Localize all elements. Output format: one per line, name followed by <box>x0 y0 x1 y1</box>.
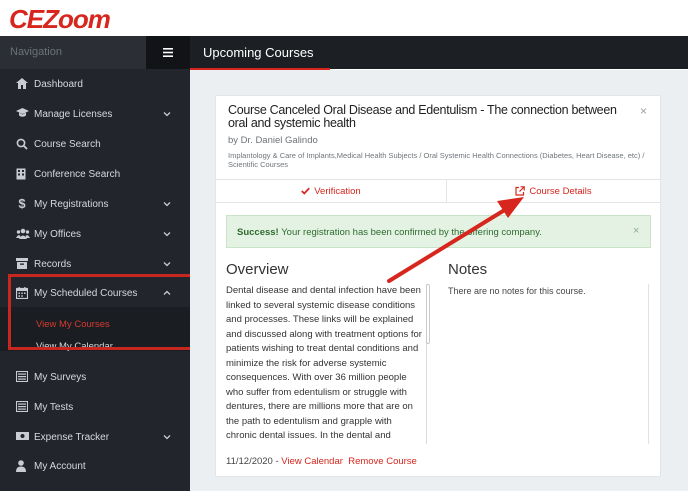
scrollbar-thumb[interactable] <box>426 284 430 344</box>
sidebar-item-course-search[interactable]: Course Search <box>0 130 190 158</box>
overview-heading: Overview <box>226 261 289 278</box>
list-icon <box>16 401 28 413</box>
overview-text: Dental disease and dental infection have… <box>226 285 422 441</box>
user-icon <box>16 460 28 472</box>
course-card: Course Canceled Oral Disease and Edentul… <box>215 95 661 477</box>
sidebar-item-label: Expense Tracker <box>34 431 110 443</box>
tab-course-details[interactable]: Course Details <box>447 180 660 202</box>
graduation-cap-icon <box>16 108 29 120</box>
sidebar-item-label: Dashboard <box>34 78 83 90</box>
cezoom-logo[interactable]: CEZoom <box>9 4 111 35</box>
success-alert: Success! Your registration has been conf… <box>226 215 651 248</box>
list-icon <box>16 371 28 383</box>
close-icon[interactable]: × <box>640 104 647 118</box>
sidebar-item-label: My Account <box>34 460 86 472</box>
alert-body: Your registration has been confirmed by … <box>278 227 542 238</box>
main-header: Upcoming Courses <box>190 36 688 69</box>
sidebar-item-label: Records <box>34 258 72 270</box>
sidebar-item-my-tests[interactable]: My Tests <box>0 393 190 421</box>
remove-course-link[interactable]: Remove Course <box>348 456 417 467</box>
sidebar-item-my-registrations[interactable]: $ My Registrations <box>0 190 190 218</box>
chevron-down-icon <box>163 202 171 207</box>
users-icon <box>16 228 30 240</box>
building-icon <box>16 168 28 180</box>
course-author: by Dr. Daniel Galindo <box>228 135 318 146</box>
tab-verification[interactable]: Verification <box>216 180 447 202</box>
chevron-down-icon <box>163 112 171 117</box>
notes-scrollbar[interactable] <box>648 284 651 444</box>
money-icon <box>16 431 29 443</box>
chevron-down-icon <box>163 262 171 267</box>
sidebar-item-label: Course Search <box>34 138 101 150</box>
sidebar-header-label: Navigation <box>10 46 62 58</box>
tab-label: Course Details <box>529 185 592 197</box>
menu-toggle-button[interactable] <box>146 36 190 69</box>
sidebar-item-expense-tracker[interactable]: Expense Tracker <box>0 423 190 451</box>
alert-close-icon[interactable]: × <box>633 225 639 237</box>
sidebar-item-label: My Surveys <box>34 371 87 383</box>
top-bar: CEZoom <box>0 0 688 36</box>
sidebar-item-label: My Offices <box>34 228 82 240</box>
hamburger-icon <box>163 48 173 57</box>
course-title: Course Canceled Oral Disease and Edentul… <box>228 103 617 130</box>
view-calendar-link[interactable]: View Calendar <box>281 456 343 467</box>
sidebar-item-label: My Tests <box>34 401 74 413</box>
sidebar-item-label: My Registrations <box>34 198 109 210</box>
home-icon <box>16 78 28 90</box>
sidebar-item-dashboard[interactable]: Dashboard <box>0 70 190 98</box>
check-icon <box>301 187 311 195</box>
course-categories: Implantology & Care of Implants,Medical … <box>228 151 645 169</box>
search-icon <box>16 138 28 150</box>
sidebar: Navigation Dashboard Manage Licenses Cou… <box>0 36 190 491</box>
alert-strong: Success! <box>237 227 279 238</box>
alert-message: Success! Your registration has been conf… <box>237 227 542 238</box>
sidebar-item-my-account[interactable]: My Account <box>0 452 190 480</box>
course-tabs: Verification Course Details <box>216 179 660 203</box>
tab-label: Verification <box>314 185 361 197</box>
sidebar-item-my-surveys[interactable]: My Surveys <box>0 363 190 391</box>
sidebar-item-label: Manage Licenses <box>34 108 113 120</box>
dollar-icon: $ <box>18 196 26 211</box>
sidebar-item-conference-search[interactable]: Conference Search <box>0 160 190 188</box>
overview-scrollbar[interactable] <box>426 284 430 444</box>
sidebar-item-manage-licenses[interactable]: Manage Licenses <box>0 100 190 128</box>
sidebar-item-my-offices[interactable]: My Offices <box>0 220 190 248</box>
sidebar-item-label: Conference Search <box>34 168 121 180</box>
notes-heading: Notes <box>448 261 488 278</box>
course-footer: 11/12/2020 - View Calendar Remove Course <box>226 456 417 467</box>
page-title: Upcoming Courses <box>203 45 314 60</box>
notes-text: There are no notes for this course. <box>448 286 586 296</box>
external-link-icon <box>515 186 526 196</box>
course-date: 11/12/2020 - <box>226 456 282 467</box>
chevron-down-icon <box>163 232 171 237</box>
chevron-down-icon <box>163 435 171 440</box>
archive-icon <box>16 258 28 270</box>
highlight-annotation <box>8 274 198 350</box>
